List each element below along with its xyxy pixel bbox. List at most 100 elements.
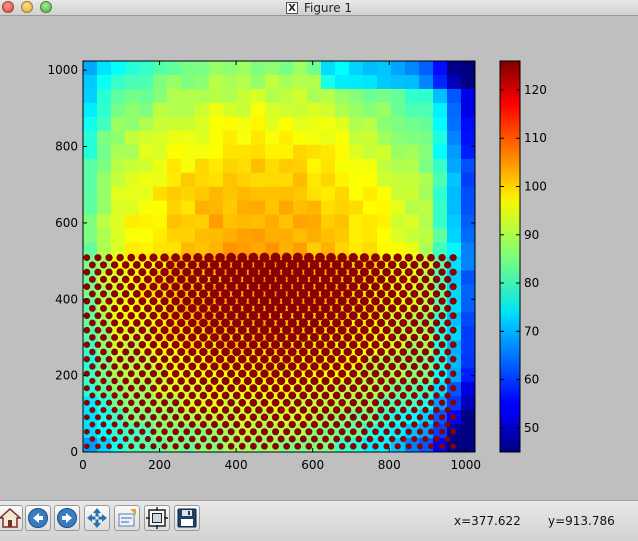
bright-spot	[116, 297, 124, 305]
heatmap-cell	[307, 61, 322, 76]
heatmap-cell	[461, 354, 475, 369]
heatmap-cell	[195, 102, 210, 118]
bright-spot	[244, 420, 252, 429]
bright-spot	[210, 421, 219, 429]
heatmap-cell	[461, 172, 475, 188]
bright-spot	[438, 312, 446, 320]
bright-spot	[321, 347, 330, 357]
bright-spot	[450, 414, 457, 421]
bright-spot	[427, 414, 435, 421]
bright-spot	[326, 325, 336, 335]
bright-spot	[371, 399, 380, 407]
bright-spot	[382, 282, 391, 291]
bright-spot	[444, 319, 452, 327]
bright-spot	[415, 268, 424, 277]
bright-spot	[122, 406, 129, 414]
plot-svg[interactable]: 0 200 400 600 800 1000 0 200 400 600 800 1000 50 60…	[0, 16, 638, 500]
zoom-button[interactable]	[114, 505, 140, 531]
figure-window: X Figure 1 0 200 400 600 800 1000 0 200 …	[0, 0, 638, 541]
save-button[interactable]	[174, 505, 200, 531]
bright-spot	[138, 326, 147, 334]
subplots-icon	[146, 507, 168, 529]
bright-spot	[343, 303, 353, 313]
figure-canvas[interactable]: 0 200 400 600 800 1000 0 200 400 600 800 1000 50 60…	[0, 16, 638, 500]
bright-spot	[171, 355, 180, 364]
bright-spot	[327, 428, 335, 436]
bright-spot	[287, 332, 297, 343]
bright-spot	[172, 413, 180, 421]
bright-spot	[427, 399, 435, 406]
bright-spot	[94, 399, 101, 406]
heatmap-cell	[83, 200, 98, 216]
bright-spot	[193, 253, 203, 263]
bright-spot	[394, 384, 402, 392]
heatmap-cell	[461, 326, 475, 341]
heatmap-cell	[279, 61, 294, 76]
bright-spot	[288, 420, 296, 429]
bright-spot	[294, 428, 302, 436]
bright-spot	[244, 406, 252, 414]
bright-spot	[337, 252, 347, 263]
bright-spot	[100, 377, 107, 385]
heatmap-cell	[265, 88, 280, 104]
bright-spot	[382, 326, 391, 335]
heatmap-cell	[335, 116, 350, 132]
bright-spot	[422, 421, 429, 428]
bright-spot	[405, 428, 412, 435]
bright-spot	[127, 355, 135, 363]
bright-spot	[399, 348, 407, 356]
heatmap-cell	[209, 144, 224, 160]
bright-spot	[310, 347, 319, 357]
heatmap-cell	[461, 382, 475, 397]
bright-spot	[83, 326, 91, 334]
bright-spot	[199, 333, 208, 342]
bright-spot	[421, 261, 430, 269]
bright-spot	[221, 391, 230, 400]
bright-spot	[128, 428, 135, 435]
bright-spot	[450, 428, 457, 435]
heatmap-cell	[209, 102, 224, 118]
bright-spot	[204, 355, 214, 364]
heatmap-cell	[307, 88, 322, 104]
bright-spot	[377, 406, 385, 414]
heatmap-cell	[279, 144, 294, 160]
bright-spot	[133, 421, 140, 428]
heatmap-cell	[293, 158, 308, 174]
heatmap-cell	[279, 74, 294, 90]
forward-button[interactable]	[54, 505, 80, 531]
bright-spot	[383, 399, 391, 407]
heatmap-cell	[125, 116, 140, 132]
bright-spot	[200, 435, 207, 443]
bright-spot	[177, 435, 185, 443]
back-button[interactable]	[25, 505, 51, 531]
bright-spot	[410, 377, 418, 385]
bright-spot	[366, 391, 374, 400]
bright-spot	[338, 369, 347, 378]
home-button[interactable]	[0, 505, 23, 531]
heatmap-cell	[447, 130, 462, 146]
heatmap-cell	[279, 130, 294, 146]
bright-spot	[427, 355, 435, 363]
bright-spot	[321, 391, 330, 400]
bright-spot	[105, 312, 113, 320]
bright-spot	[433, 421, 440, 428]
heatmap-cell	[265, 172, 280, 188]
pan-button[interactable]	[84, 505, 110, 531]
bright-spot	[399, 275, 408, 284]
bright-spot	[99, 304, 107, 312]
bright-spot	[160, 267, 169, 277]
bright-spot	[427, 282, 435, 291]
bright-spot	[338, 384, 347, 393]
heatmap-cell	[153, 102, 168, 118]
bright-spot	[348, 253, 358, 263]
bright-spot	[365, 318, 375, 328]
bright-spot	[327, 398, 335, 407]
bright-spot	[210, 333, 219, 342]
bright-spot	[133, 348, 141, 356]
heatmap-cell	[433, 228, 448, 244]
heatmap-cell	[405, 172, 420, 188]
bright-spot	[404, 282, 413, 291]
bright-spot	[371, 384, 380, 392]
bright-spot	[182, 369, 191, 378]
subplots-button[interactable]	[144, 505, 170, 531]
